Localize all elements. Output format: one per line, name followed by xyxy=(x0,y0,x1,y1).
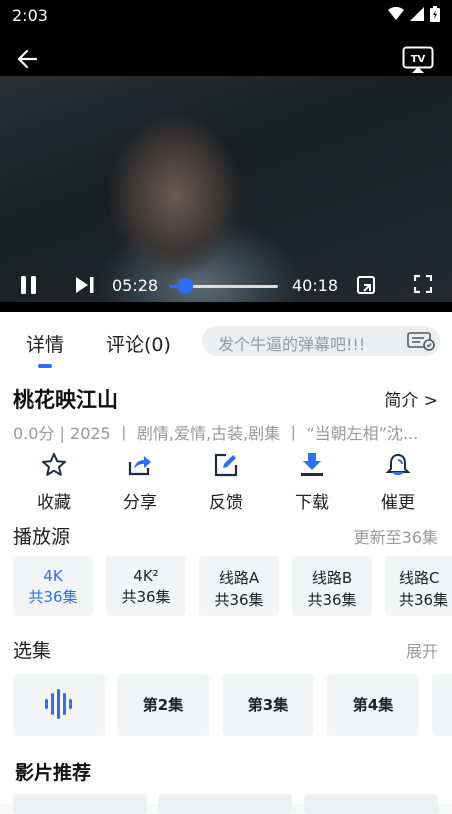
feedback-button[interactable]: 反馈 xyxy=(196,452,256,513)
source-4k[interactable]: 4K 共36集 xyxy=(13,556,93,616)
recommend-title: 影片推荐 xyxy=(15,762,92,784)
source-line-b[interactable]: 线路B 共36集 xyxy=(292,556,372,616)
total-time: 40:18 xyxy=(292,276,339,295)
tab-bar: 详情 评论(0) 发个牛逼的弹幕吧!!! xyxy=(0,312,452,370)
video-meta: 0.0分 | 2025 丨 剧情,爱情,古装,剧集 丨 “当朝左相”沈... xyxy=(13,424,419,443)
download-button[interactable]: 下载 xyxy=(282,452,342,513)
action-bar: 收藏 分享 反馈 下载 催更 xyxy=(12,452,442,513)
video-player[interactable]: TV 05:28 40:18 xyxy=(0,32,452,312)
source-count: 共36集 xyxy=(214,591,264,609)
source-name: 4K² xyxy=(133,567,159,585)
episodes-expand[interactable]: 展开 xyxy=(406,638,438,662)
source-name: 线路B xyxy=(311,569,353,587)
episodes-title: 选集 xyxy=(13,640,52,662)
source-count: 共36集 xyxy=(28,588,78,606)
download-label: 下载 xyxy=(295,493,329,513)
source-line-c[interactable]: 线路C 共36集 xyxy=(385,556,452,616)
favorite-label: 收藏 xyxy=(37,493,71,513)
episode-playing[interactable] xyxy=(13,674,105,736)
player-controls: 05:28 40:18 xyxy=(0,268,452,304)
source-name: 线路A xyxy=(218,569,260,587)
share-icon xyxy=(128,456,151,476)
current-time: 05:28 xyxy=(112,276,159,295)
episode-item[interactable]: 第2集 xyxy=(117,674,209,736)
progress-knob[interactable] xyxy=(177,278,194,294)
source-name: 4K xyxy=(43,567,63,585)
share-button[interactable]: 分享 xyxy=(110,452,170,513)
tab-comments[interactable]: 评论(0) xyxy=(106,330,171,357)
source-count: 共36集 xyxy=(121,588,171,606)
tv-cast-icon[interactable]: TV xyxy=(402,46,434,74)
pause-icon[interactable] xyxy=(18,274,40,296)
video-title: 桃花映江山 xyxy=(13,388,118,412)
download-icon xyxy=(301,453,323,476)
status-icons xyxy=(388,6,440,22)
recommend-card[interactable] xyxy=(304,794,438,814)
detail-content: 桃花映江山 简介 > 0.0分 | 2025 丨 剧情,爱情,古装,剧集 丨 “… xyxy=(0,370,452,814)
status-bar: 2:03 xyxy=(0,0,452,32)
episode-item[interactable]: 第4集 xyxy=(327,674,419,736)
source-count: 共36集 xyxy=(399,591,449,609)
back-arrow-icon[interactable] xyxy=(16,48,38,70)
episode-item-partial[interactable] xyxy=(432,674,452,736)
recommend-card[interactable] xyxy=(158,794,292,814)
intro-link[interactable]: 简介 > xyxy=(384,386,438,411)
wifi-icon xyxy=(388,7,404,20)
bell-icon xyxy=(385,453,411,475)
source-line-a[interactable]: 线路A 共36集 xyxy=(199,556,279,616)
signal-icon xyxy=(410,7,424,21)
tab-detail[interactable]: 详情 xyxy=(26,330,64,357)
favorite-button[interactable]: 收藏 xyxy=(24,452,84,513)
star-icon xyxy=(42,453,66,476)
battery-icon xyxy=(430,6,440,22)
edit-icon xyxy=(214,453,238,477)
danmu-input[interactable]: 发个牛逼的弹幕吧!!! xyxy=(202,326,440,356)
status-time: 2:03 xyxy=(12,6,48,25)
share-label: 分享 xyxy=(123,493,157,513)
fullscreen-icon[interactable] xyxy=(414,275,432,293)
danmu-settings-icon[interactable] xyxy=(406,331,436,351)
rotate-screen-icon[interactable] xyxy=(356,275,376,295)
sources-title: 播放源 xyxy=(13,526,71,548)
recommend-card[interactable] xyxy=(13,794,147,814)
sources-update-text: 更新至36集 xyxy=(353,528,438,547)
next-episode-icon[interactable] xyxy=(74,274,96,296)
svg-text:TV: TV xyxy=(411,54,426,65)
urge-update-button[interactable]: 催更 xyxy=(368,452,428,513)
danmu-placeholder[interactable]: 发个牛逼的弹幕吧!!! xyxy=(218,331,365,355)
source-4k2[interactable]: 4K² 共36集 xyxy=(106,556,186,616)
feedback-label: 反馈 xyxy=(209,493,243,513)
source-count: 共36集 xyxy=(307,591,357,609)
progress-slider[interactable] xyxy=(170,278,278,294)
urge-update-label: 催更 xyxy=(381,493,415,513)
playing-wave-icon xyxy=(45,689,72,719)
episode-item[interactable]: 第3集 xyxy=(222,674,314,736)
tab-active-indicator xyxy=(38,364,52,368)
source-name: 线路C xyxy=(399,569,440,587)
